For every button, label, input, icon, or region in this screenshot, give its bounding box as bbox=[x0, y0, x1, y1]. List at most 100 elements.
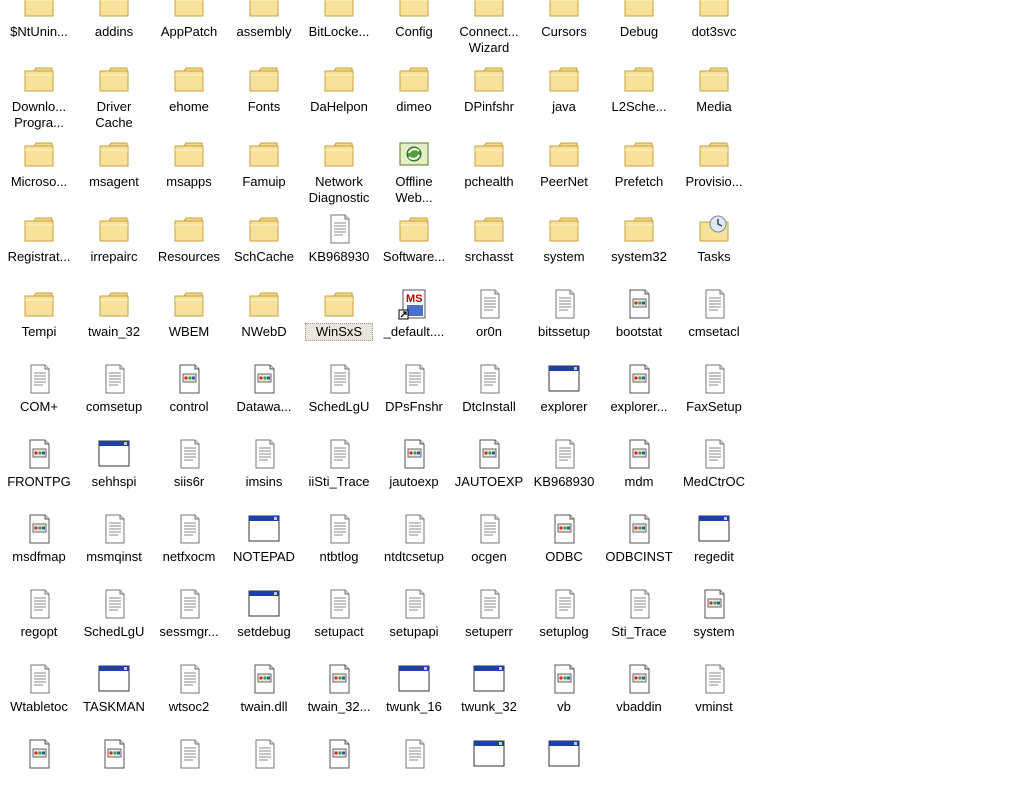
file-item[interactable]: WBEM bbox=[151, 287, 226, 362]
file-item[interactable]: vbaddin bbox=[601, 662, 676, 737]
file-item[interactable]: AppPatch bbox=[151, 0, 226, 62]
file-item[interactable] bbox=[151, 737, 226, 812]
file-item[interactable]: setuplog bbox=[526, 587, 601, 662]
file-item[interactable]: Provisio... bbox=[676, 137, 751, 212]
file-item[interactable]: twunk_32 bbox=[451, 662, 526, 737]
file-item[interactable] bbox=[376, 737, 451, 812]
file-item[interactable]: dot3svc bbox=[676, 0, 751, 62]
file-item[interactable]: Microso... bbox=[1, 137, 76, 212]
file-item[interactable]: netfxocm bbox=[151, 512, 226, 587]
file-item[interactable]: msagent bbox=[76, 137, 151, 212]
file-item[interactable]: setdebug bbox=[226, 587, 301, 662]
file-item[interactable]: system bbox=[676, 587, 751, 662]
file-item[interactable]: dimeo bbox=[376, 62, 451, 137]
file-item[interactable]: NOTEPAD bbox=[226, 512, 301, 587]
file-item[interactable]: KB968930 bbox=[301, 212, 376, 287]
file-item[interactable]: Sti_Trace bbox=[601, 587, 676, 662]
file-item[interactable] bbox=[226, 737, 301, 812]
file-item[interactable]: Prefetch bbox=[601, 137, 676, 212]
file-item[interactable]: MS _default.... bbox=[376, 287, 451, 362]
file-item[interactable]: Datawa... bbox=[226, 362, 301, 437]
file-item[interactable]: setuperr bbox=[451, 587, 526, 662]
file-item[interactable]: twain_32 bbox=[76, 287, 151, 362]
file-item[interactable]: JAUTOEXP bbox=[451, 437, 526, 512]
file-item[interactable]: twain.dll bbox=[226, 662, 301, 737]
file-item[interactable]: vb bbox=[526, 662, 601, 737]
file-item[interactable]: WinSxS bbox=[301, 287, 376, 362]
file-item[interactable]: system bbox=[526, 212, 601, 287]
file-item[interactable]: regopt bbox=[1, 587, 76, 662]
file-item[interactable]: addins bbox=[76, 0, 151, 62]
file-item[interactable]: Software... bbox=[376, 212, 451, 287]
file-item[interactable]: Connect... Wizard bbox=[451, 0, 526, 62]
file-item[interactable]: $NtUnin... bbox=[1, 0, 76, 62]
file-item[interactable]: COM+ bbox=[1, 362, 76, 437]
file-item[interactable]: Debug bbox=[601, 0, 676, 62]
file-item[interactable]: control bbox=[151, 362, 226, 437]
file-item[interactable]: L2Sche... bbox=[601, 62, 676, 137]
file-item[interactable]: explorer... bbox=[601, 362, 676, 437]
file-item[interactable]: wtsoc2 bbox=[151, 662, 226, 737]
file-item[interactable]: or0n bbox=[451, 287, 526, 362]
file-item[interactable]: NWebD bbox=[226, 287, 301, 362]
file-item[interactable]: DaHelpon bbox=[301, 62, 376, 137]
file-item[interactable]: vminst bbox=[676, 662, 751, 737]
file-item[interactable]: DPsFnshr bbox=[376, 362, 451, 437]
file-item[interactable]: Wtabletoc bbox=[1, 662, 76, 737]
file-item[interactable]: cmsetacl bbox=[676, 287, 751, 362]
file-item[interactable]: twain_32... bbox=[301, 662, 376, 737]
file-item[interactable]: Network Diagnostic bbox=[301, 137, 376, 212]
file-item[interactable]: Registrat... bbox=[1, 212, 76, 287]
file-item[interactable]: Tempi bbox=[1, 287, 76, 362]
file-item[interactable]: iiSti_Trace bbox=[301, 437, 376, 512]
file-item[interactable]: Cursors bbox=[526, 0, 601, 62]
file-item[interactable]: ntbtlog bbox=[301, 512, 376, 587]
file-item[interactable]: irrepairc bbox=[76, 212, 151, 287]
file-item[interactable]: Driver Cache bbox=[76, 62, 151, 137]
file-item[interactable]: SchedLgU bbox=[301, 362, 376, 437]
file-item[interactable]: Famuip bbox=[226, 137, 301, 212]
file-item[interactable]: Resources bbox=[151, 212, 226, 287]
file-item[interactable]: PeerNet bbox=[526, 137, 601, 212]
file-item[interactable]: jautoexp bbox=[376, 437, 451, 512]
file-item[interactable]: ntdtcsetup bbox=[376, 512, 451, 587]
file-item[interactable]: explorer bbox=[526, 362, 601, 437]
file-item[interactable]: setupapi bbox=[376, 587, 451, 662]
file-item[interactable]: pchealth bbox=[451, 137, 526, 212]
file-item[interactable]: system32 bbox=[601, 212, 676, 287]
file-item[interactable]: TASKMAN bbox=[76, 662, 151, 737]
file-item[interactable]: comsetup bbox=[76, 362, 151, 437]
file-item[interactable] bbox=[76, 737, 151, 812]
file-item[interactable]: msdfmap bbox=[1, 512, 76, 587]
file-item[interactable]: SchCache bbox=[226, 212, 301, 287]
file-item[interactable]: regedit bbox=[676, 512, 751, 587]
file-item[interactable]: Config bbox=[376, 0, 451, 62]
file-item[interactable]: twunk_16 bbox=[376, 662, 451, 737]
file-item[interactable]: ODBC bbox=[526, 512, 601, 587]
file-item[interactable]: srchasst bbox=[451, 212, 526, 287]
file-item[interactable]: sessmgr... bbox=[151, 587, 226, 662]
file-item[interactable]: ehome bbox=[151, 62, 226, 137]
file-item[interactable]: bootstat bbox=[601, 287, 676, 362]
file-item[interactable]: Offline Web... bbox=[376, 137, 451, 212]
file-item[interactable]: msmqinst bbox=[76, 512, 151, 587]
file-item[interactable]: Downlo... Progra... bbox=[1, 62, 76, 137]
file-item[interactable]: Fonts bbox=[226, 62, 301, 137]
file-item[interactable] bbox=[301, 737, 376, 812]
file-item[interactable]: bitssetup bbox=[526, 287, 601, 362]
file-item[interactable]: DtcInstall bbox=[451, 362, 526, 437]
file-item[interactable] bbox=[451, 737, 526, 812]
file-item[interactable]: DPinfshr bbox=[451, 62, 526, 137]
file-item[interactable]: Tasks bbox=[676, 212, 751, 287]
file-item[interactable]: KB968930 bbox=[526, 437, 601, 512]
file-item[interactable]: Media bbox=[676, 62, 751, 137]
file-item[interactable]: MedCtrOC bbox=[676, 437, 751, 512]
file-item[interactable]: msapps bbox=[151, 137, 226, 212]
file-item[interactable]: assembly bbox=[226, 0, 301, 62]
file-item[interactable]: sehhspi bbox=[76, 437, 151, 512]
file-item[interactable]: FRONTPG bbox=[1, 437, 76, 512]
file-item[interactable]: FaxSetup bbox=[676, 362, 751, 437]
file-item[interactable]: setupact bbox=[301, 587, 376, 662]
file-item[interactable]: SchedLgU bbox=[76, 587, 151, 662]
file-item[interactable]: mdm bbox=[601, 437, 676, 512]
